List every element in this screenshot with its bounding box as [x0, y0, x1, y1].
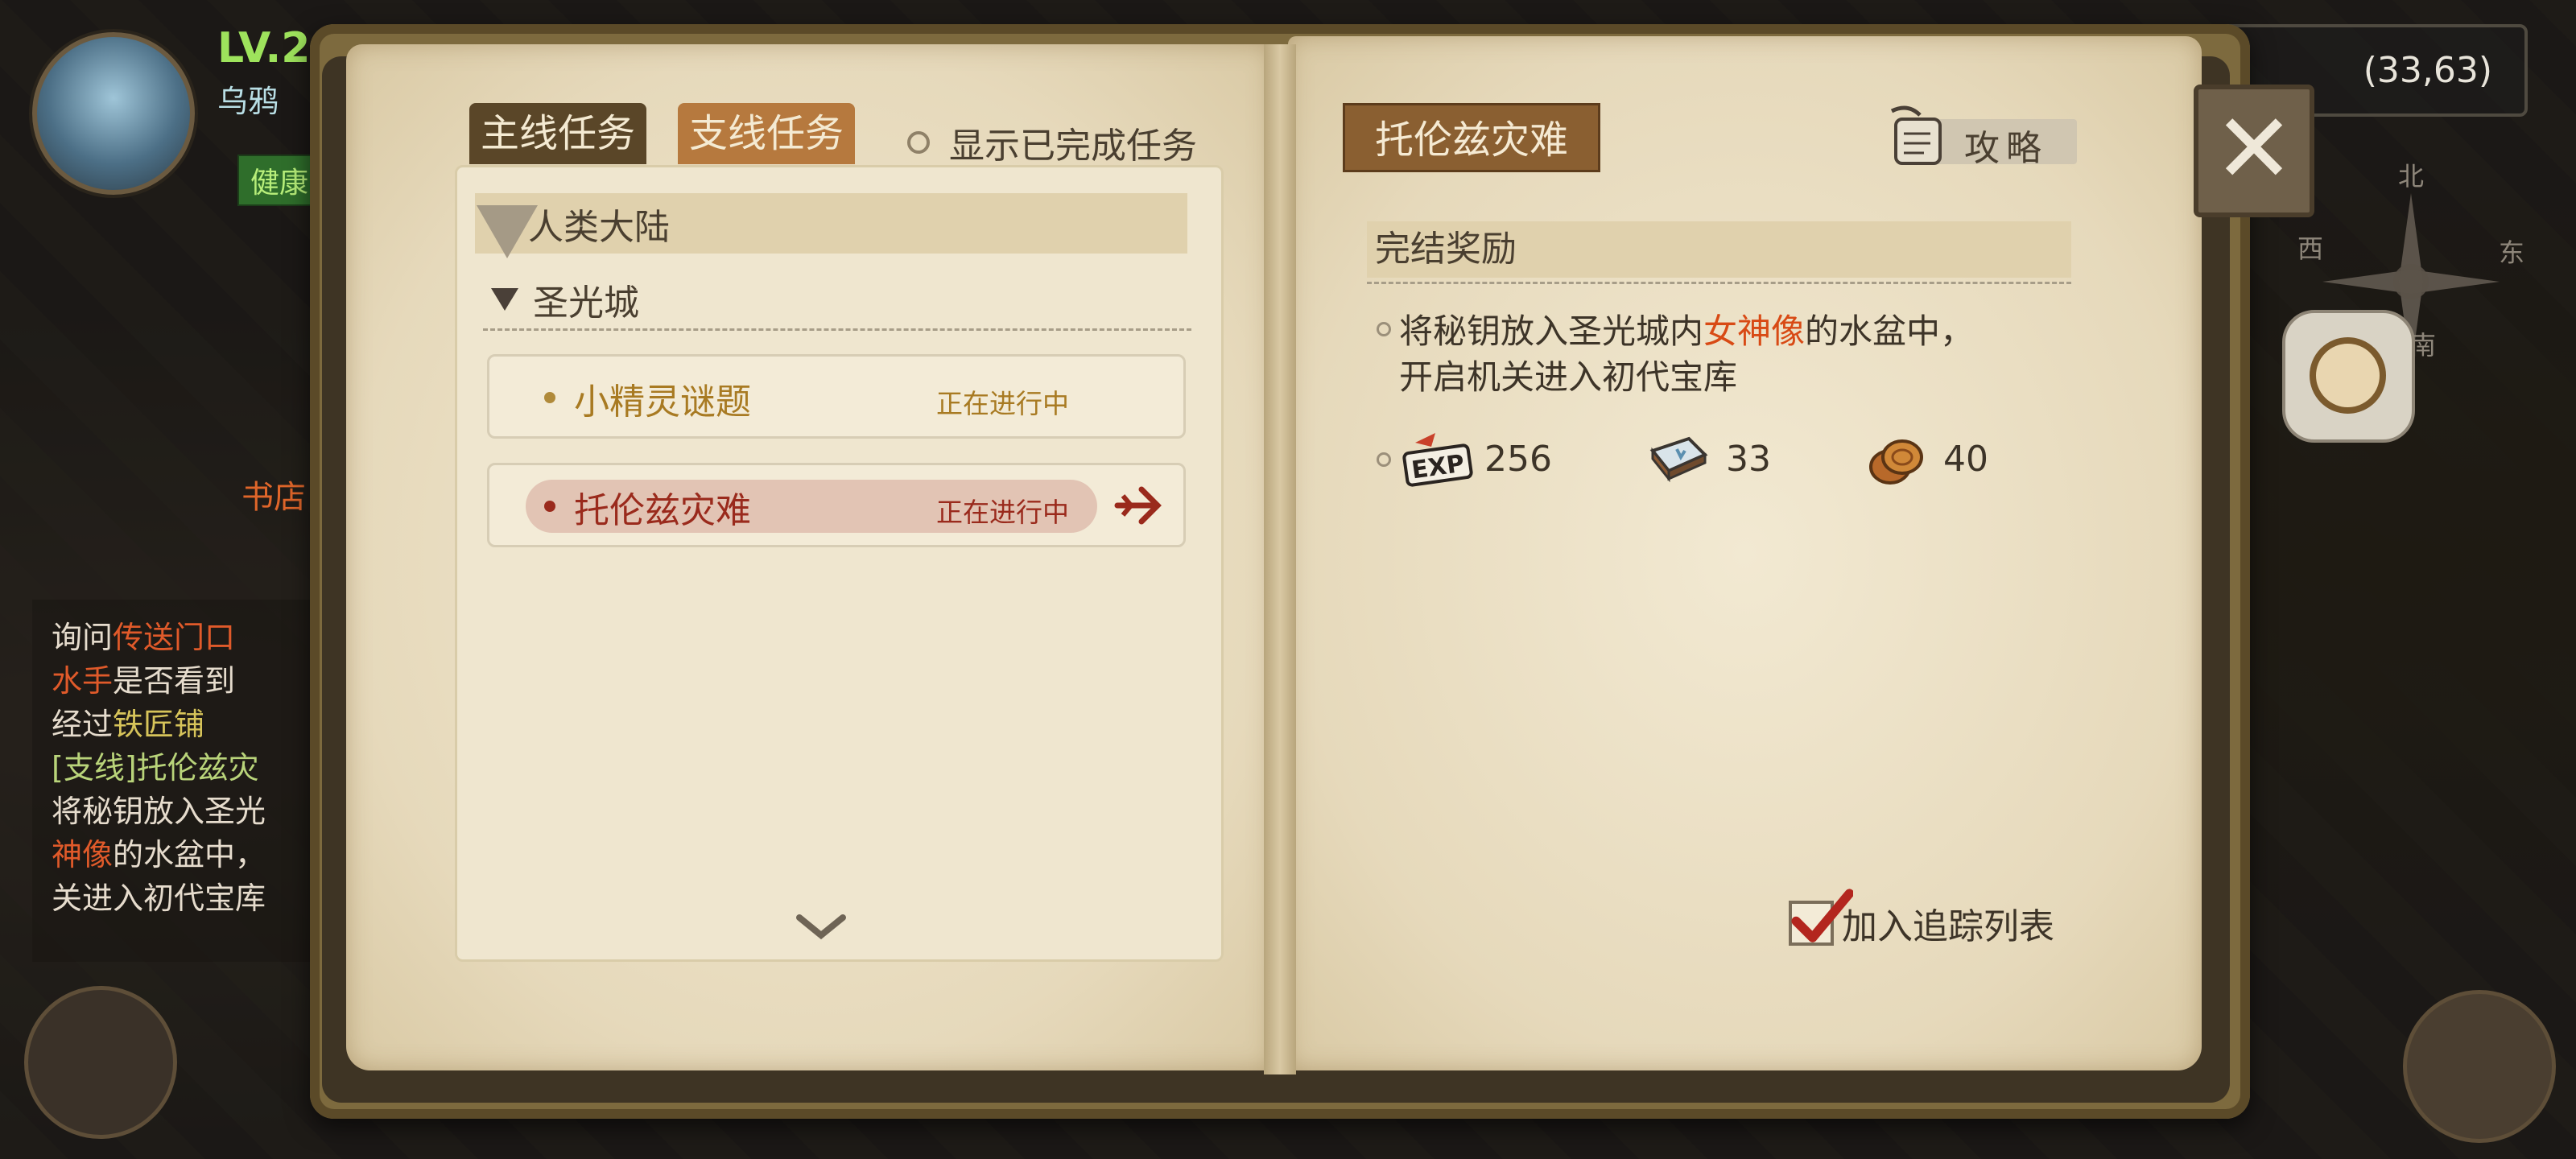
checkmark-icon: [1791, 889, 1853, 942]
completion-reward-header: 完结奖励: [1367, 221, 2071, 278]
quest-item-torrenz-disaster[interactable]: 托伦兹灾难 正在进行中: [487, 463, 1186, 547]
quest-tracker-panel[interactable]: 询问传送门口 水手是否看到 经过铁匠铺 [支线]托伦兹灾 将秘钥放入圣光 神像的…: [32, 600, 314, 962]
tab-side-quests[interactable]: 支线任务: [678, 103, 856, 164]
region-label: 人类大陆: [528, 206, 670, 248]
quest-status: 正在进行中: [936, 388, 1069, 419]
quest-status: 正在进行中: [936, 497, 1069, 528]
home-button[interactable]: [2403, 990, 2556, 1143]
player-level: LV.2: [217, 24, 311, 72]
selected-arrow-icon: [1114, 486, 1162, 525]
city-label: 圣光城: [533, 283, 639, 324]
tracking-label: 加入追踪列表: [1842, 906, 2054, 947]
close-icon: ✕: [2213, 93, 2295, 205]
guide-label: 攻略: [1964, 128, 2048, 169]
reward-coins: 40: [1858, 427, 1988, 491]
add-to-tracking-toggle[interactable]: 加入追踪列表: [1789, 889, 2054, 949]
exp-icon: EXP: [1402, 433, 1473, 487]
tracker-line-6: 神像的水盆中，: [52, 837, 266, 872]
coordinates-text: (33,63): [2363, 50, 2492, 91]
show-completed-toggle[interactable]: 显示已完成任务: [907, 117, 1197, 168]
show-completed-label: 显示已完成任务: [949, 126, 1197, 167]
quest-description: 将秘钥放入圣光城内女神像的水盆中， 开启机关进入初代宝库: [1399, 311, 1975, 397]
map-icon: [2310, 337, 2386, 414]
quest-name: 托伦兹灾难: [574, 490, 751, 531]
reward-exp-value: 256: [1484, 438, 1552, 480]
tracker-line-5: 将秘钥放入圣光: [52, 794, 266, 829]
tab-main-quests[interactable]: 主线任务: [469, 103, 647, 164]
guide-button[interactable]: 攻略: [1884, 103, 2077, 172]
compass-north: 北: [2398, 161, 2424, 192]
region-header-human-continent[interactable]: 人类大陆: [475, 193, 1187, 258]
tracker-line-7: 关进入初代宝库: [52, 881, 266, 916]
coin-icon: [1869, 439, 1923, 485]
reward-divider: [1367, 282, 2071, 284]
reward-bullet-icon: [1377, 452, 1391, 467]
city-divider: [483, 328, 1191, 331]
quest-detail-title: 托伦兹灾难: [1343, 103, 1600, 172]
reward-book-item: 33: [1641, 427, 1771, 491]
quest-item-sprite-puzzle[interactable]: 小精灵谜题 正在进行中: [487, 354, 1186, 439]
close-button[interactable]: ✕: [2194, 85, 2314, 217]
journal-spine: [1264, 44, 1296, 1074]
scroll-down-chevron-icon[interactable]: [793, 909, 849, 942]
health-status-badge: 健康: [237, 155, 322, 206]
tracking-checkbox[interactable]: [1789, 889, 1853, 946]
quest-bullet-icon: [544, 501, 555, 512]
compass-east: 东: [2499, 237, 2524, 268]
reward-exp: EXP 256: [1399, 427, 1552, 491]
tracker-line-2: 水手是否看到: [52, 663, 236, 699]
shop-map-label: 书店: [242, 479, 306, 516]
expand-triangle-icon: [491, 288, 518, 311]
quest-name: 小精灵谜题: [574, 382, 751, 423]
reward-book-value: 33: [1726, 438, 1771, 480]
player-avatar[interactable]: [32, 32, 195, 195]
tracker-line-3: 经过铁匠铺: [52, 707, 205, 742]
quest-bullet-icon: [544, 392, 555, 403]
player-name: 乌鸦: [217, 84, 279, 119]
journal-right-page: [1288, 36, 2202, 1070]
compass-west: 西: [2297, 233, 2323, 264]
tracker-line-4: [支线]托伦兹灾: [52, 750, 259, 786]
description-bullet-icon: [1377, 322, 1391, 336]
book-item-icon: [1649, 436, 1708, 483]
world-map-button[interactable]: [2282, 310, 2415, 443]
quest-log-button[interactable]: [24, 986, 177, 1139]
goddess-statue-highlight: 女神像: [1703, 311, 1806, 351]
collapse-triangle-icon: [477, 204, 538, 258]
scroll-quill-icon: [1890, 105, 1942, 165]
city-header-holy-light[interactable]: 圣光城: [491, 274, 639, 325]
tracker-line-1: 询问传送门口: [52, 620, 236, 655]
reward-coin-value: 40: [1943, 438, 1988, 480]
radio-unchecked-icon: [907, 131, 930, 154]
